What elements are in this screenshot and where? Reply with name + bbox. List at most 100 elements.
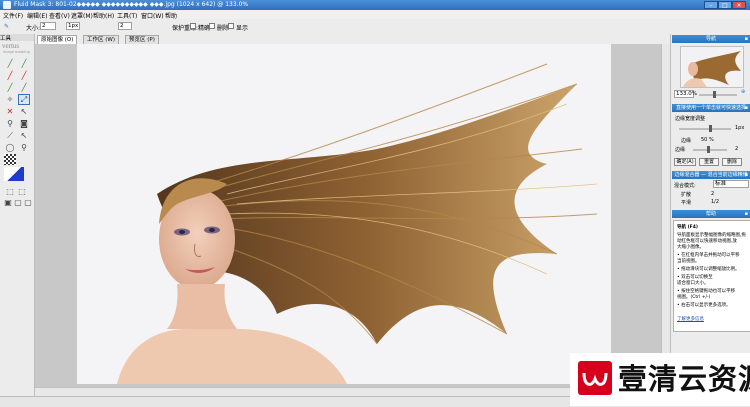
keep-local-icon[interactable]: ╱ bbox=[4, 82, 16, 93]
learn-more-link[interactable]: 了解更多信息 bbox=[677, 316, 704, 322]
help-line: 视图。(Ctrl +/-) bbox=[677, 295, 711, 300]
erase-icon[interactable]: ✕ bbox=[4, 106, 16, 117]
keep-brush-2-icon[interactable]: ╱ bbox=[18, 58, 30, 69]
magic-wand-icon[interactable]: ✧ bbox=[4, 94, 16, 105]
checker-icon[interactable] bbox=[4, 154, 16, 165]
watermark-logo-glyph bbox=[582, 372, 608, 386]
keep-local-2-icon[interactable]: ╱ bbox=[18, 82, 30, 93]
pan-tool-icon[interactable]: ↖ bbox=[18, 106, 30, 117]
help-text-box: 导航 (F4) 导航面板显示整幅图像的缩略图,拖 动红色框可以快速移动视图,放 … bbox=[673, 220, 750, 332]
zoom-field[interactable]: 133.0% bbox=[674, 90, 697, 98]
edge-width-value: 1px bbox=[735, 125, 745, 131]
toolbox-header: 工具 bbox=[0, 34, 34, 42]
section-quick-select-title: 直接使用一个单击就可快速选择 bbox=[675, 105, 746, 111]
amount-value: 50 % bbox=[701, 137, 714, 143]
view-mode-icon[interactable]: ⬚ bbox=[4, 186, 16, 197]
apply-button[interactable]: 确定(A) bbox=[674, 158, 696, 166]
edge-width-slider[interactable] bbox=[679, 125, 731, 132]
zoom-slider[interactable] bbox=[699, 91, 737, 98]
title-bar: Fluid Mask 3: 801-02◆◆◆◆◆ ◆◆◆◆◆◆◆◆◆◆ ◆◆◆… bbox=[0, 0, 750, 10]
strength-slider[interactable] bbox=[693, 146, 727, 153]
keep-brush-icon[interactable]: ╱ bbox=[4, 58, 16, 69]
toolbox: 工具 vertus image masking ╱ ╱ ╱ ╱ ╱ ╱ ✧ ⤢ … bbox=[0, 34, 35, 396]
vertus-logo: vertus bbox=[2, 42, 20, 50]
work-area bbox=[35, 44, 670, 396]
zoom-icon[interactable]: ⚲ bbox=[18, 142, 30, 153]
portrait-photo bbox=[77, 44, 611, 384]
delete-brush-icon[interactable]: ╱ bbox=[4, 70, 16, 81]
blend-mode-select[interactable]: 标准 bbox=[713, 180, 749, 188]
image-canvas[interactable] bbox=[77, 44, 611, 384]
maximize-button[interactable]: □ bbox=[718, 1, 732, 9]
navigator-thumbnail[interactable] bbox=[680, 46, 744, 88]
tab-preview[interactable]: 预览区 (P) bbox=[125, 35, 159, 44]
tab-original[interactable]: 原始图像 (O) bbox=[37, 35, 78, 44]
precise-checkbox[interactable] bbox=[190, 23, 196, 29]
clone-tool-icon[interactable]: ⚲ bbox=[4, 118, 16, 129]
tab-workspace[interactable]: 工作区 (W) bbox=[83, 35, 119, 44]
delete-brush-2-icon[interactable]: ╱ bbox=[18, 70, 30, 81]
help-line: • 拖动滑块可以调整缩放比例。 bbox=[677, 267, 740, 272]
help-line: • 右击可以显示更多选项。 bbox=[677, 303, 731, 308]
eyedropper-icon[interactable]: ⟋ bbox=[4, 130, 16, 141]
show-checkbox[interactable] bbox=[228, 23, 234, 29]
edge-field[interactable]: 2 bbox=[118, 22, 132, 30]
section-blend-title: 边缘混合器 — 混合当前边缘精修 bbox=[674, 172, 748, 178]
reset-button[interactable]: 重置 bbox=[699, 158, 719, 166]
window-title: Fluid Mask 3: 801-02◆◆◆◆◆ ◆◆◆◆◆◆◆◆◆◆ ◆◆◆… bbox=[14, 1, 249, 8]
close-icon[interactable]: ▪ bbox=[745, 35, 748, 43]
section-quick-select-header: 直接使用一个单击就可快速选择 ▪ bbox=[672, 104, 750, 112]
size-label: 大小: bbox=[26, 25, 41, 32]
edge-width-knob[interactable] bbox=[709, 125, 712, 132]
close-icon[interactable]: ▪ bbox=[745, 210, 748, 218]
horizontal-scrollbar[interactable] bbox=[35, 387, 662, 396]
help-line: 大缩小图像。 bbox=[677, 245, 704, 250]
amount-label: 边缘 bbox=[681, 138, 692, 144]
section-blend-header: 边缘混合器 — 混合当前边缘精修 ▪ bbox=[672, 171, 750, 179]
edge-brush-icon[interactable]: ⤢ bbox=[18, 94, 30, 105]
brush-option-icon[interactable]: ✎ bbox=[4, 23, 9, 30]
smooth-value: 1/2 bbox=[711, 199, 720, 205]
layout-3-icon[interactable]: ▢ bbox=[22, 197, 34, 208]
help-title: 帮助 bbox=[705, 211, 716, 217]
help-line: 导航 (F4) bbox=[677, 225, 698, 230]
spread-label: 扩散 bbox=[681, 192, 692, 198]
close-icon[interactable]: ▪ bbox=[745, 171, 748, 179]
close-icon[interactable]: ▪ bbox=[745, 104, 748, 112]
spread-value: 2 bbox=[711, 191, 715, 197]
pointer-icon[interactable]: ↖ bbox=[18, 130, 30, 141]
watermark: 壹清云资源 bbox=[570, 353, 750, 406]
watermark-logo-icon bbox=[578, 361, 612, 395]
strength-value: 2 bbox=[735, 146, 739, 152]
watermark-text: 壹清云资源 bbox=[618, 362, 750, 396]
view-mode-2-icon[interactable]: ⬚ bbox=[16, 186, 28, 197]
zoom-slider-knob[interactable] bbox=[713, 91, 716, 98]
show-label: 显示 bbox=[236, 25, 249, 32]
help-line: 适合窗口大小。 bbox=[677, 281, 709, 286]
camera-icon[interactable]: ◙ bbox=[18, 118, 30, 129]
minimize-button[interactable]: – bbox=[704, 1, 718, 9]
help-line: 当前视图。 bbox=[677, 259, 700, 264]
close-button[interactable]: ✕ bbox=[732, 1, 746, 9]
delete-button[interactable]: 删除 bbox=[722, 158, 742, 166]
zoom-in-icon[interactable]: ⊕ bbox=[741, 89, 745, 95]
color-swatch-icon[interactable] bbox=[4, 167, 24, 181]
delete-checkbox[interactable] bbox=[209, 23, 215, 29]
strength-knob[interactable] bbox=[707, 146, 710, 153]
edge-width-label: 边缘宽度调整 bbox=[675, 116, 706, 122]
lasso-icon[interactable]: ◯ bbox=[4, 142, 16, 153]
navigator-header: 导航 ▪ bbox=[672, 35, 750, 43]
app-icon bbox=[3, 1, 11, 9]
tab-bar: 原始图像 (O) 工作区 (W) 预览区 (P) bbox=[35, 34, 670, 44]
vertical-scrollbar[interactable] bbox=[661, 44, 670, 388]
size-field[interactable]: 2 bbox=[40, 22, 56, 30]
width-field[interactable]: 1px bbox=[66, 22, 80, 30]
smooth-label: 平滑 bbox=[681, 200, 692, 206]
help-header: 帮助 ▪ bbox=[672, 210, 750, 218]
vertus-logo-sub: image masking bbox=[3, 50, 30, 54]
thumbnail-image bbox=[683, 51, 741, 87]
tool-options-bar: ✎ 大小: 2 1px 2 保护重缘: 精确 删除 显示 bbox=[0, 19, 750, 35]
navigator-title: 导航 bbox=[705, 36, 716, 42]
strength-label: 边缘 bbox=[675, 147, 686, 153]
blend-mode-label: 混合模式: bbox=[674, 183, 696, 189]
